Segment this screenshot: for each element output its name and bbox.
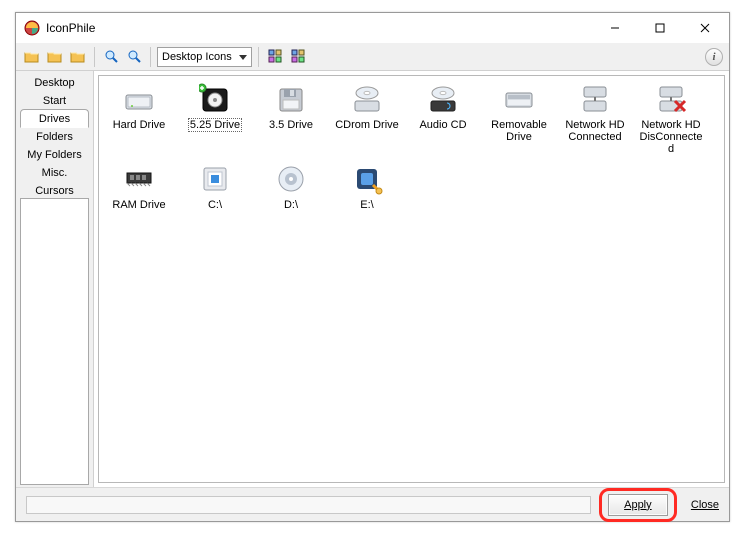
search-icon[interactable] <box>101 47 121 67</box>
sidebar-tab-start[interactable]: Start <box>20 91 89 110</box>
drive-item-label: RAM Drive <box>110 198 167 212</box>
drive-item-floppy-35[interactable]: 3.5 Drive <box>253 80 329 160</box>
close-link[interactable]: Close <box>691 499 719 511</box>
window-title: IconPhile <box>46 21 592 35</box>
open-folder3-icon[interactable] <box>68 47 88 67</box>
cdrom-icon <box>350 82 384 116</box>
minimize-button[interactable] <box>592 14 637 42</box>
dropdown-value: Desktop Icons <box>162 51 232 63</box>
icon-set-dropdown[interactable]: Desktop Icons <box>157 47 252 67</box>
footer: Apply Close <box>16 487 729 521</box>
close-button[interactable] <box>682 14 727 42</box>
ram-icon <box>122 162 156 196</box>
titlebar: IconPhile <box>16 13 729 43</box>
magnifier-icon[interactable] <box>124 47 144 67</box>
drive-item-label: Network HD DisConnected <box>635 118 707 156</box>
grid-toggle-icon[interactable] <box>265 47 285 67</box>
drive-item-drive-d[interactable]: D:\ <box>253 160 329 216</box>
hard-drive-icon <box>122 82 156 116</box>
drive-item-label: 5.25 Drive <box>188 118 242 132</box>
audio-cd-icon <box>426 82 460 116</box>
net-hd-icon <box>578 82 612 116</box>
sidebar-tab-drives[interactable]: Drives <box>20 109 89 128</box>
toolbar-separator <box>150 47 151 67</box>
drive-item-label: CDrom Drive <box>333 118 401 132</box>
options-icon[interactable] <box>288 47 308 67</box>
open-folder2-icon[interactable] <box>45 47 65 67</box>
drive-item-removable[interactable]: Removable Drive <box>481 80 557 160</box>
apply-button[interactable]: Apply <box>608 494 668 516</box>
drive-item-drive-e[interactable]: E:\ <box>329 160 405 216</box>
drive-item-ram[interactable]: RAM Drive <box>101 160 177 216</box>
drive-item-cdrom[interactable]: CDrom Drive <box>329 80 405 160</box>
floppy-35-icon <box>274 82 308 116</box>
sidebar-tab-desktop[interactable]: Desktop <box>20 73 89 92</box>
drive-d-icon <box>274 162 308 196</box>
drive-item-audio-cd[interactable]: Audio CD <box>405 80 481 160</box>
open-folder-icon[interactable] <box>22 47 42 67</box>
drive-item-label: Network HD Connected <box>559 118 631 144</box>
drive-item-label: Audio CD <box>417 118 468 132</box>
sidebar: DesktopStartDrivesFoldersMy FoldersMisc.… <box>16 71 94 487</box>
drive-item-label: D:\ <box>282 198 300 212</box>
drive-e-icon <box>350 162 384 196</box>
icon-list-pane[interactable]: Hard Drive 5.25 Drive 3.5 Drive CDrom Drive… <box>98 75 725 483</box>
drive-item-drive-c[interactable]: C:\ <box>177 160 253 216</box>
removable-icon <box>502 82 536 116</box>
sidebar-tab-folders[interactable]: Folders <box>20 127 89 146</box>
drive-item-label: C:\ <box>206 198 224 212</box>
drive-item-label: 3.5 Drive <box>267 118 315 132</box>
window-frame: IconPhile Desktop Icons i DesktopStartDr… <box>15 12 730 522</box>
floppy-525-icon <box>198 82 232 116</box>
sidebar-tab-misc-[interactable]: Misc. <box>20 163 89 182</box>
drive-c-icon <box>198 162 232 196</box>
body-area: DesktopStartDrivesFoldersMy FoldersMisc.… <box>16 71 729 487</box>
toolbar: Desktop Icons i <box>16 43 729 71</box>
status-bar <box>26 496 591 514</box>
app-icon <box>24 20 40 36</box>
drive-item-label: E:\ <box>358 198 375 212</box>
maximize-button[interactable] <box>637 14 682 42</box>
help-button[interactable]: i <box>705 48 723 66</box>
drive-item-floppy-525[interactable]: 5.25 Drive <box>177 80 253 160</box>
apply-highlight: Apply <box>599 488 677 522</box>
drive-item-net-hd-off[interactable]: Network HD DisConnected <box>633 80 709 160</box>
net-hd-off-icon <box>654 82 688 116</box>
sidebar-panel <box>20 198 89 485</box>
drive-item-hard-drive[interactable]: Hard Drive <box>101 80 177 160</box>
toolbar-separator <box>94 47 95 67</box>
sidebar-tab-my-folders[interactable]: My Folders <box>20 145 89 164</box>
toolbar-separator <box>258 47 259 67</box>
drive-item-net-hd[interactable]: Network HD Connected <box>557 80 633 160</box>
drive-item-label: Hard Drive <box>111 118 168 132</box>
drive-item-label: Removable Drive <box>483 118 555 144</box>
